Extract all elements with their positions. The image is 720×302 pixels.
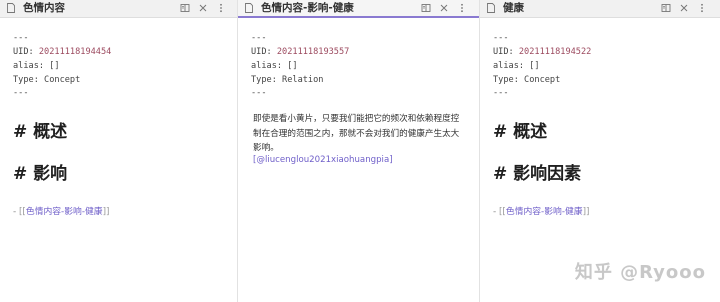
alias-line: alias: [] bbox=[493, 61, 540, 71]
document-icon bbox=[245, 3, 253, 13]
reading-view-icon[interactable] bbox=[180, 3, 190, 13]
uid-line: UID: 20211118194522 bbox=[493, 45, 591, 59]
more-options-icon[interactable] bbox=[697, 3, 707, 13]
uid-line: UID: 20211118193557 bbox=[251, 45, 349, 59]
type-line: Type: Concept bbox=[13, 75, 81, 85]
close-icon[interactable] bbox=[439, 3, 449, 13]
uid-label: UID: bbox=[251, 47, 277, 57]
frontmatter-open: --- bbox=[493, 33, 509, 43]
frontmatter-close: --- bbox=[493, 88, 509, 98]
heading-overview: # 概述 bbox=[493, 122, 548, 142]
body-paragraph: 即使是看小黄片，只要我们能把它的频次和依赖程度控制在合理的范围之内，那就不会对我… bbox=[253, 114, 460, 154]
uid-label: UID: bbox=[13, 47, 39, 57]
more-options-icon[interactable] bbox=[457, 3, 467, 13]
frontmatter-close: --- bbox=[13, 88, 29, 98]
note-pane-se-qing-nei-rong: 色情内容 --- UID: 20211118194454 alias: [] T… bbox=[0, 0, 238, 302]
type-line: Type: Relation bbox=[251, 75, 324, 85]
close-icon[interactable] bbox=[679, 3, 689, 13]
reading-view-icon[interactable] bbox=[661, 3, 671, 13]
link-close-brackets: ]] bbox=[102, 207, 110, 217]
pane-title[interactable]: 色情内容 bbox=[23, 1, 65, 16]
pane-header: 健康 bbox=[480, 0, 720, 18]
wiki-link[interactable]: 色情内容-影响-健康 bbox=[506, 207, 583, 217]
frontmatter-open: --- bbox=[251, 33, 267, 43]
link-open-brackets: [[ bbox=[18, 207, 26, 217]
zhihu-watermark: 知乎 @Ryooo bbox=[574, 262, 706, 283]
heading-overview: # 概述 bbox=[13, 122, 68, 142]
reading-view-icon[interactable] bbox=[421, 3, 431, 13]
pane-title[interactable]: 健康 bbox=[503, 1, 524, 16]
note-pane-relation: 色情内容-影响-健康 --- UID: 20211118193557 alias… bbox=[238, 0, 480, 302]
alias-line: alias: [] bbox=[251, 61, 298, 71]
uid-value: 20211118193557 bbox=[276, 47, 350, 57]
wiki-link[interactable]: 色情内容-影响-健康 bbox=[26, 207, 103, 217]
document-icon bbox=[487, 3, 495, 13]
heading-impact: # 影响 bbox=[13, 164, 68, 184]
wiki-link-item[interactable]: - [[色情内容-影响-健康]] bbox=[493, 204, 589, 217]
pane-header: 色情内容 bbox=[0, 0, 237, 18]
uid-label: UID: bbox=[493, 47, 519, 57]
note-pane-jian-kang: 健康 --- UID: 20211118194522 alias: [] Typ… bbox=[480, 0, 720, 302]
uid-value: 20211118194454 bbox=[38, 47, 112, 57]
type-line: Type: Concept bbox=[493, 75, 561, 85]
close-icon[interactable] bbox=[198, 3, 208, 13]
heading-influencing-factors: # 影响因素 bbox=[493, 164, 582, 184]
pane-title[interactable]: 色情内容-影响-健康 bbox=[261, 1, 354, 16]
more-options-icon[interactable] bbox=[216, 3, 226, 13]
pane-header-active: 色情内容-影响-健康 bbox=[238, 0, 479, 18]
frontmatter-close: --- bbox=[251, 88, 267, 98]
wiki-link-item[interactable]: - [[色情内容-影响-健康]] bbox=[13, 204, 109, 217]
frontmatter-open: --- bbox=[13, 33, 29, 43]
link-close-brackets: ]] bbox=[582, 207, 590, 217]
document-icon bbox=[7, 3, 15, 13]
uid-value: 20211118194522 bbox=[518, 47, 592, 57]
alias-line: alias: [] bbox=[13, 61, 60, 71]
uid-line: UID: 20211118194454 bbox=[13, 45, 111, 59]
citation-link[interactable]: [@liucenglou2021xiaohuangpia] bbox=[253, 155, 393, 165]
link-open-brackets: [[ bbox=[498, 207, 506, 217]
